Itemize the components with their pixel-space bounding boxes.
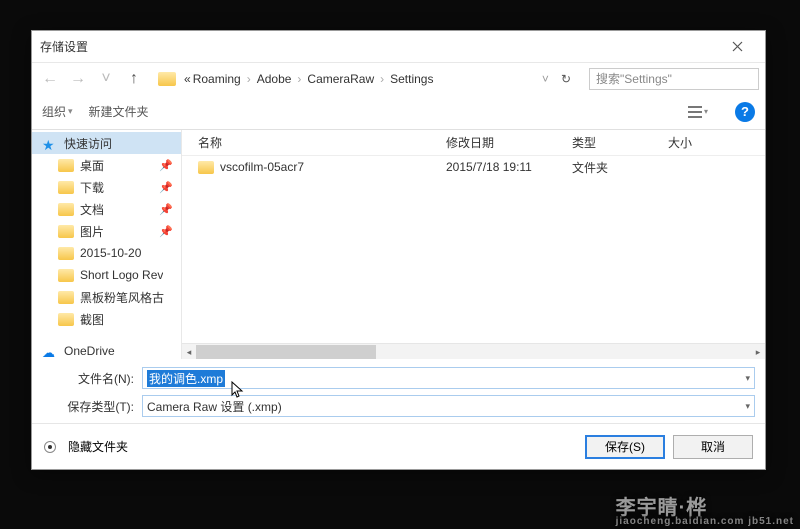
folder-icon [58, 225, 74, 238]
folder-icon [58, 159, 74, 172]
save-fields: 文件名(N): 我的调色.xmp ▾ 保存类型(T): Camera Raw 设… [32, 359, 765, 423]
list-item-name: vscofilm-05acr7 [220, 160, 446, 174]
dialog-footer: 隐藏文件夹 保存(S) 取消 [32, 423, 765, 469]
view-mode-button[interactable]: ▾ [685, 101, 711, 123]
folder-icon [58, 291, 74, 304]
close-button[interactable] [717, 35, 757, 59]
folder-icon [58, 247, 74, 260]
save-dialog: 存储设置 ← → ˅ ↑ « Roaming› Adobe› CameraRaw… [31, 30, 766, 470]
folder-icon [198, 161, 214, 174]
pin-icon: 📌 [159, 181, 173, 194]
cloud-icon: ☁ [42, 345, 58, 358]
sidebar-item-label: Short Logo Rev [80, 268, 163, 282]
scrollbar-thumb[interactable] [196, 345, 376, 359]
column-name[interactable]: 名称 [198, 134, 446, 151]
titlebar: 存储设置 [32, 31, 765, 62]
recent-dropdown[interactable]: ˅ [94, 67, 118, 91]
pin-icon: 📌 [159, 159, 173, 172]
pin-icon: 📌 [159, 203, 173, 216]
chevron-down-icon[interactable]: ▾ [745, 401, 750, 412]
folder-icon [58, 203, 74, 216]
sidebar: ★ 快速访问 桌面 📌 下载 📌 文档 📌 图片 📌 2015-10-20 Short … [32, 130, 182, 359]
breadcrumb-part[interactable]: Adobe [257, 72, 292, 86]
view-icon [688, 106, 702, 118]
sidebar-item-label: 图片 [80, 223, 104, 240]
list-item[interactable]: vscofilm-05acr7 2015/7/18 19:11 文件夹 [182, 156, 765, 178]
scroll-right-icon[interactable]: ▸ [751, 344, 765, 360]
column-size[interactable]: 大小 [668, 134, 765, 151]
folder-icon [58, 181, 74, 194]
sidebar-item-chalk[interactable]: 黑板粉笔风格古 [32, 286, 181, 308]
sidebar-item-date[interactable]: 2015-10-20 [32, 242, 181, 264]
column-headers: 名称 修改日期 类型 大小 [182, 130, 765, 156]
folder-icon [58, 269, 74, 282]
sidebar-item-label: 截图 [80, 311, 104, 328]
savetype-label: 保存类型(T): [42, 398, 142, 415]
filename-label: 文件名(N): [42, 370, 142, 387]
filename-value: 我的调色.xmp [147, 370, 225, 387]
star-icon: ★ [42, 137, 58, 150]
horizontal-scrollbar[interactable]: ◂ ▸ [182, 343, 765, 359]
up-button[interactable]: ↑ [122, 67, 146, 91]
back-button[interactable]: ← [38, 67, 62, 91]
list-item-type: 文件夹 [572, 159, 668, 176]
scroll-left-icon[interactable]: ◂ [182, 344, 196, 360]
search-placeholder: 搜索"Settings" [596, 70, 672, 87]
pin-icon: 📌 [159, 225, 173, 238]
sidebar-item-logo[interactable]: Short Logo Rev [32, 264, 181, 286]
sidebar-quick-access[interactable]: ★ 快速访问 [32, 132, 181, 154]
sidebar-item-label: 2015-10-20 [80, 246, 141, 260]
refresh-button[interactable]: ↻ [555, 72, 577, 86]
savetype-select[interactable]: Camera Raw 设置 (.xmp) ▾ [142, 395, 755, 417]
toolbar: 组织 ▾ 新建文件夹 ▾ ? [32, 94, 765, 130]
cancel-button[interactable]: 取消 [673, 435, 753, 459]
save-button[interactable]: 保存(S) [585, 435, 665, 459]
breadcrumb-part[interactable]: Settings [390, 72, 433, 86]
help-button[interactable]: ? [735, 102, 755, 122]
nav-bar: ← → ˅ ↑ « Roaming› Adobe› CameraRaw› Set… [32, 62, 765, 94]
breadcrumb-part[interactable]: CameraRaw [307, 72, 374, 86]
organize-menu[interactable]: 组织 ▾ [42, 103, 73, 120]
column-date[interactable]: 修改日期 [446, 134, 572, 151]
sidebar-item-screenshot[interactable]: 截图 [32, 308, 181, 330]
sidebar-item-downloads[interactable]: 下载 📌 [32, 176, 181, 198]
dialog-title: 存储设置 [40, 38, 88, 55]
sidebar-item-documents[interactable]: 文档 📌 [32, 198, 181, 220]
column-type[interactable]: 类型 [572, 134, 668, 151]
breadcrumb-part[interactable]: Roaming [193, 72, 241, 86]
sidebar-item-label: 快速访问 [64, 135, 112, 152]
watermark: 李宇睛·桦 jiaocheng.baidian.com jb51.net [616, 491, 794, 527]
filename-input[interactable]: 我的调色.xmp ▾ [142, 367, 755, 389]
sidebar-item-label: 下载 [80, 179, 104, 196]
sidebar-item-desktop[interactable]: 桌面 📌 [32, 154, 181, 176]
sidebar-item-label: 黑板粉笔风格古 [80, 289, 164, 306]
close-icon [732, 41, 743, 52]
chevron-down-icon[interactable]: ▾ [745, 373, 750, 384]
file-list-area: 名称 修改日期 类型 大小 vscofilm-05acr7 2015/7/18 … [182, 130, 765, 359]
list-item-date: 2015/7/18 19:11 [446, 160, 572, 174]
sidebar-item-pictures[interactable]: 图片 📌 [32, 220, 181, 242]
radio-icon[interactable] [44, 441, 56, 453]
breadcrumb-dropdown-icon[interactable]: ˅ [538, 72, 553, 86]
savetype-value: Camera Raw 设置 (.xmp) [147, 398, 745, 415]
sidebar-item-label: OneDrive [64, 344, 115, 358]
sidebar-onedrive[interactable]: ☁ OneDrive [32, 340, 181, 359]
forward-button[interactable]: → [66, 67, 90, 91]
new-folder-button[interactable]: 新建文件夹 [89, 103, 149, 120]
breadcrumb-overflow[interactable]: « [184, 72, 191, 86]
breadcrumb[interactable]: « Roaming› Adobe› CameraRaw› Settings ˅ … [184, 72, 577, 86]
sidebar-item-label: 桌面 [80, 157, 104, 174]
folder-icon [58, 313, 74, 326]
search-input[interactable]: 搜索"Settings" [589, 68, 759, 90]
sidebar-item-label: 文档 [80, 201, 104, 218]
hide-folders-toggle[interactable]: 隐藏文件夹 [68, 438, 128, 455]
folder-icon [158, 72, 176, 86]
